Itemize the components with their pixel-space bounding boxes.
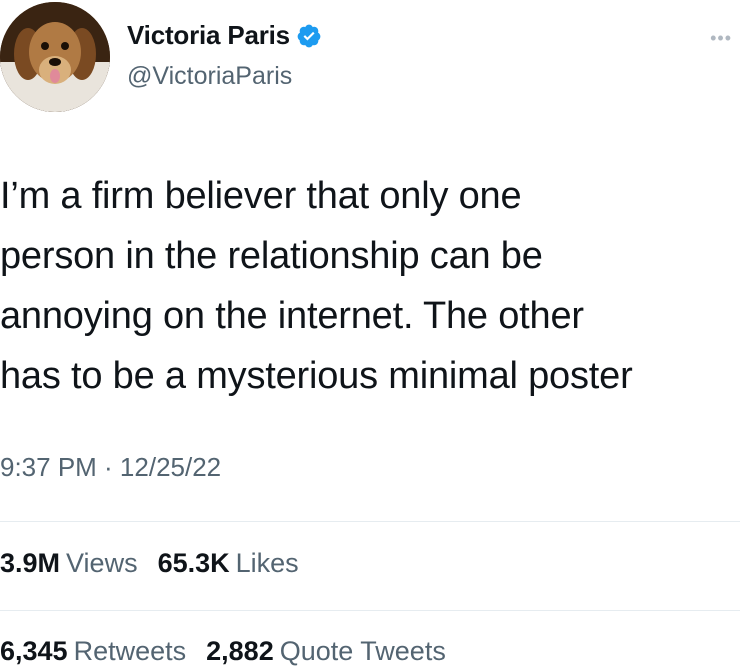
tweet-card: Victoria Paris @VictoriaParis ••• I’m a … bbox=[0, 0, 740, 672]
retweets-stat[interactable]: 6,345 Retweets bbox=[0, 636, 186, 667]
likes-stat[interactable]: 65.3K Likes bbox=[158, 548, 299, 579]
dog-avatar-icon bbox=[0, 2, 110, 112]
divider bbox=[0, 610, 740, 611]
retweets-count: 6,345 bbox=[0, 636, 68, 666]
views-label: Views bbox=[66, 548, 138, 578]
views-count: 3.9M bbox=[0, 548, 61, 578]
quote-tweets-stat[interactable]: 2,882 Quote Tweets bbox=[206, 636, 446, 667]
views-stat[interactable]: 3.9M Views bbox=[0, 548, 138, 579]
likes-count: 65.3K bbox=[157, 548, 230, 578]
likes-label: Likes bbox=[235, 548, 299, 578]
engagement-row-views-likes: 3.9M Views 65.3K Likes bbox=[0, 548, 319, 579]
avatar[interactable] bbox=[0, 2, 110, 112]
tweet-text: I’m a firm believer that only one person… bbox=[0, 175, 633, 397]
engagement-row-retweets-quotes: 6,345 Retweets 2,882 Quote Tweets bbox=[0, 636, 466, 667]
quote-tweets-label: Quote Tweets bbox=[279, 636, 446, 666]
tweet-timestamp[interactable]: 9:37 PM · 12/25/22 bbox=[0, 452, 221, 483]
display-name[interactable]: Victoria Paris bbox=[127, 20, 290, 51]
quote-tweets-count: 2,882 bbox=[206, 636, 274, 666]
more-options-icon[interactable]: ••• bbox=[710, 28, 732, 49]
retweets-label: Retweets bbox=[73, 636, 187, 666]
author-handle[interactable]: @VictoriaParis bbox=[127, 62, 292, 91]
verified-badge-icon bbox=[297, 24, 321, 47]
author-name-row[interactable]: Victoria Paris bbox=[127, 20, 322, 51]
divider bbox=[0, 521, 740, 522]
